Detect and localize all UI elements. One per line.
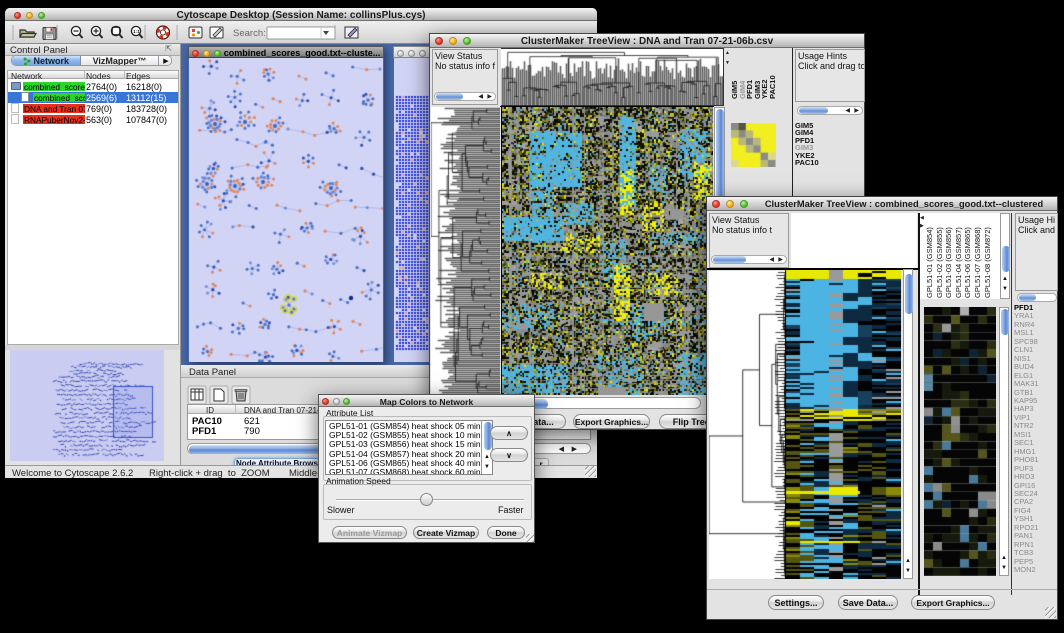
- svg-text:1:1: 1:1: [133, 29, 140, 34]
- svg-text:Search:: Search:: [233, 28, 266, 39]
